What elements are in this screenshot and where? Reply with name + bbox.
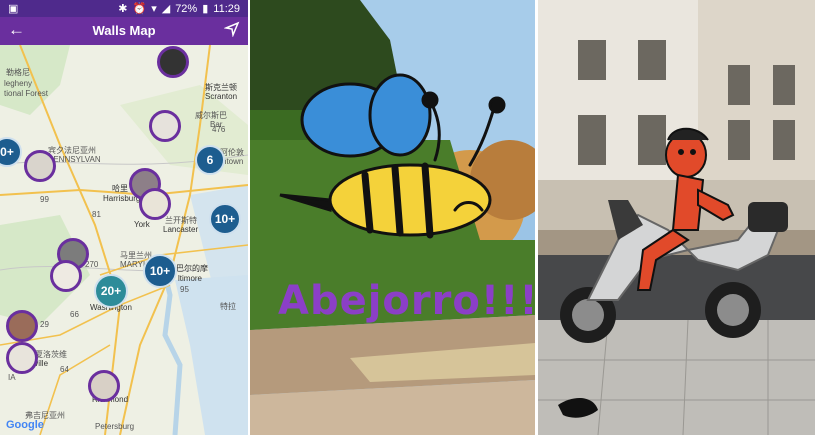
map-label: Petersburg	[95, 422, 135, 431]
route-shield: 29	[40, 320, 49, 329]
photo-pin[interactable]	[6, 342, 38, 374]
battery-text: 72%	[175, 2, 198, 15]
map-label: IA	[8, 373, 16, 382]
photo-pin[interactable]	[24, 150, 56, 182]
route-shield: 81	[92, 210, 101, 219]
map-label: Scranton	[205, 92, 238, 101]
route-shield: 476	[212, 125, 226, 134]
map-label: ltimore	[178, 274, 203, 283]
photo-pin[interactable]	[50, 260, 82, 292]
map-view[interactable]: 勒格尼 legheny tional Forest 斯克兰顿 Scranton …	[0, 45, 248, 435]
map-label: PENNSYLVAN	[48, 155, 101, 164]
cluster-marker[interactable]: 20+	[94, 274, 128, 308]
status-bar: ▣ ✱ ⏰ ▾ ◢ 72% ▮ 11:29	[0, 0, 248, 17]
street-scene	[538, 0, 815, 435]
map-label: ntown	[222, 157, 244, 166]
photo-pin[interactable]	[149, 110, 181, 142]
route-shield: 66	[70, 310, 79, 319]
notification-icon: ▣	[8, 3, 19, 15]
cluster-marker[interactable]: 10+	[143, 254, 177, 288]
app-bar: ← Walls Map	[0, 17, 248, 45]
cluster-marker[interactable]: 6	[195, 145, 225, 175]
google-logo: Google	[6, 419, 44, 431]
battery-icon: ▮	[202, 3, 209, 15]
street-scooter-photo	[538, 0, 815, 435]
map-base	[0, 45, 248, 435]
map-label: 巴尔的摩	[176, 264, 208, 273]
clock: 11:29	[213, 2, 240, 15]
navigation-arrow-icon[interactable]	[223, 21, 240, 42]
route-shield: 95	[180, 285, 189, 294]
map-label: legheny	[4, 79, 33, 88]
bee-drawing-photo: Abejorro!!!	[250, 0, 535, 435]
map-label: 哈里	[112, 184, 128, 193]
photo-pin[interactable]	[88, 370, 120, 402]
alarm-icon: ⏰	[132, 3, 147, 15]
cluster-marker[interactable]: 10+	[209, 203, 241, 235]
map-label: 特拉	[220, 302, 236, 311]
signal-icon: ◢	[161, 3, 171, 15]
photo-pin[interactable]	[157, 46, 189, 78]
photo-pin[interactable]	[6, 310, 38, 342]
page-title: Walls Map	[92, 23, 156, 38]
photo-pin[interactable]	[139, 188, 171, 220]
map-label: tional Forest	[4, 89, 49, 98]
map-label: York	[134, 220, 150, 229]
phone-map-screen: ▣ ✱ ⏰ ▾ ◢ 72% ▮ 11:29 ← Walls Map 勒格尼 le…	[0, 0, 248, 435]
bluetooth-icon: ✱	[118, 3, 128, 15]
map-label: 勒格尼	[6, 68, 30, 77]
bee-scene	[250, 0, 535, 435]
drawing-caption: Abejorro!!!	[278, 278, 535, 324]
map-label: Lancaster	[163, 225, 199, 234]
route-shield: 64	[60, 365, 69, 374]
wifi-icon: ▾	[151, 3, 157, 15]
route-shield: 99	[40, 195, 49, 204]
